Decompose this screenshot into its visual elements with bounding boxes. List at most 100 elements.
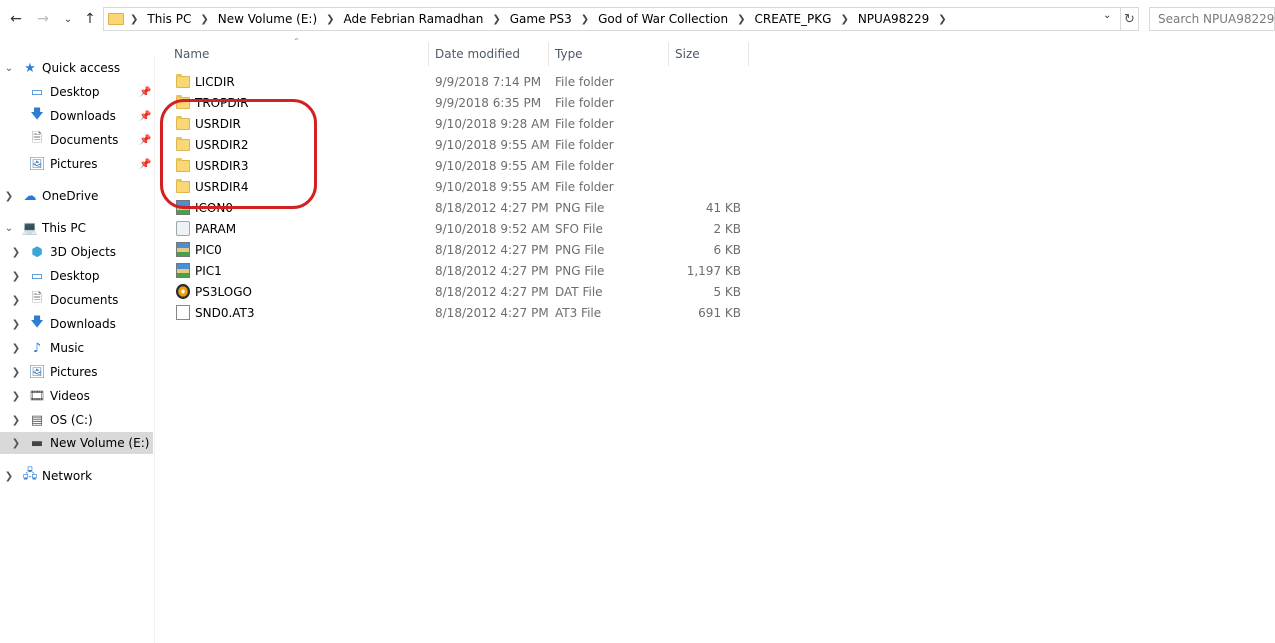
breadcrumb-this-pc[interactable]: This PC xyxy=(147,12,191,26)
sidebar-item-this-pc[interactable]: ⌄ 💻 This PC xyxy=(0,217,155,239)
address-history-dropdown[interactable]: ⌄ xyxy=(1103,10,1111,21)
breadcrumb-new-volume[interactable]: New Volume (E:) xyxy=(218,12,317,26)
file-name: ICON0 xyxy=(195,201,233,215)
file-row[interactable]: USRDIR4 9/10/2018 9:55 AM File folder xyxy=(168,176,748,197)
pin-icon[interactable]: 📌 xyxy=(139,159,151,170)
file-row[interactable]: PIC0 8/18/2012 4:27 PM PNG File 6 KB xyxy=(168,239,748,260)
sidebar-item-music[interactable]: ❯ ♪ Music xyxy=(0,337,155,359)
cloud-icon: ☁ xyxy=(23,188,37,204)
chevron-right-icon[interactable]: ❯ xyxy=(10,343,22,354)
breadcrumb-create-pkg[interactable]: CREATE_PKG xyxy=(755,12,832,26)
back-button[interactable]: ← xyxy=(6,9,26,29)
chevron-right-icon[interactable]: ❯ xyxy=(938,14,946,25)
navigation-pane: ⌄ ★ Quick access ▭ Desktop 📌 🡇 Downloads… xyxy=(0,55,155,643)
breadcrumb-game-ps3[interactable]: Game PS3 xyxy=(510,12,572,26)
sidebar-item-label: Downloads xyxy=(50,109,116,123)
chevron-right-icon[interactable]: ❯ xyxy=(737,14,745,25)
file-type: File folder xyxy=(555,96,614,110)
search-input[interactable] xyxy=(1149,7,1275,31)
sidebar-item-3d-objects[interactable]: ❯ ⬢ 3D Objects xyxy=(0,241,155,263)
file-type: PNG File xyxy=(555,264,605,278)
breadcrumb-god-of-war-collection[interactable]: God of War Collection xyxy=(598,12,728,26)
column-header-date-modified[interactable]: Date modified xyxy=(429,42,549,66)
chevron-right-icon[interactable]: ❯ xyxy=(326,14,334,25)
file-row[interactable]: USRDIR 9/10/2018 9:28 AM File folder xyxy=(168,113,748,134)
chevron-down-icon[interactable]: ⌄ xyxy=(3,223,15,234)
file-name: LICDIR xyxy=(195,75,235,89)
file-row[interactable]: PS3LOGO 8/18/2012 4:27 PM DAT File 5 KB xyxy=(168,281,748,302)
forward-button[interactable]: → xyxy=(33,9,53,29)
sidebar-item-label: Desktop xyxy=(50,269,100,283)
chevron-right-icon[interactable]: ❯ xyxy=(492,14,500,25)
column-header-size[interactable]: Size xyxy=(669,42,749,66)
address-bar[interactable]: ❯ This PC ❯ New Volume (E:) ❯ Ade Febria… xyxy=(103,7,1139,31)
pin-icon[interactable]: 📌 xyxy=(139,135,151,146)
file-row[interactable]: ICON0 8/18/2012 4:27 PM PNG File 41 KB xyxy=(168,197,748,218)
chevron-right-icon[interactable]: ❯ xyxy=(10,247,22,258)
folder-icon xyxy=(176,116,190,130)
sidebar-item-documents-pinned[interactable]: 🗎 Documents 📌 xyxy=(0,129,155,151)
sidebar-item-pictures[interactable]: ❯ 🖼 Pictures xyxy=(0,361,155,383)
file-row[interactable]: PARAM 9/10/2018 9:52 AM SFO File 2 KB xyxy=(168,218,748,239)
sidebar-item-pictures-pinned[interactable]: 🖼 Pictures 📌 xyxy=(0,153,155,175)
chevron-right-icon[interactable]: ❯ xyxy=(3,191,15,202)
picture-icon: 🖼 xyxy=(28,156,46,172)
chevron-right-icon[interactable]: ❯ xyxy=(10,391,22,402)
file-row[interactable]: LICDIR 9/9/2018 7:14 PM File folder xyxy=(168,71,748,92)
download-arrow-icon: 🡇 xyxy=(30,107,44,122)
recent-locations-button[interactable]: ⌄ xyxy=(58,9,78,29)
sidebar-item-quick-access[interactable]: ⌄ ★ Quick access xyxy=(0,57,155,79)
arrow-right-icon: → xyxy=(37,11,49,27)
sidebar-item-os-c[interactable]: ❯ ▤ OS (C:) xyxy=(0,409,155,431)
sidebar-item-label: Desktop xyxy=(50,85,100,99)
file-size: 6 KB xyxy=(713,243,741,257)
folder-icon xyxy=(176,179,190,193)
sidebar-item-label: Documents xyxy=(50,293,119,307)
file-row[interactable]: TROPDIR 9/9/2018 6:35 PM File folder xyxy=(168,92,748,113)
file-row[interactable]: USRDIR2 9/10/2018 9:55 AM File folder xyxy=(168,134,748,155)
column-header-type[interactable]: Type xyxy=(549,42,669,66)
file-date-modified: 8/18/2012 4:27 PM xyxy=(435,243,549,257)
drive-icon: ▬ xyxy=(30,435,44,451)
up-button[interactable]: ↑ xyxy=(80,9,100,29)
chevron-right-icon[interactable]: ❯ xyxy=(10,415,22,426)
sidebar-item-downloads[interactable]: ❯ 🡇 Downloads xyxy=(0,313,155,335)
chevron-right-icon[interactable]: ❯ xyxy=(840,14,848,25)
pin-icon[interactable]: 📌 xyxy=(139,111,151,122)
sidebar-item-desktop-pinned[interactable]: ▭ Desktop 📌 xyxy=(0,81,155,103)
png-file-icon xyxy=(176,263,190,278)
sidebar-item-downloads-pinned[interactable]: 🡇 Downloads 📌 xyxy=(0,105,155,127)
refresh-button[interactable]: ↻ xyxy=(1120,7,1139,31)
file-date-modified: 9/9/2018 6:35 PM xyxy=(435,96,542,110)
breadcrumb-ade-febrian-ramadhan[interactable]: Ade Febrian Ramadhan xyxy=(344,12,484,26)
chevron-right-icon[interactable]: ❯ xyxy=(10,367,22,378)
file-row[interactable]: USRDIR3 9/10/2018 9:55 AM File folder xyxy=(168,155,748,176)
desktop-icon: ▭ xyxy=(30,268,44,284)
sidebar-item-label: This PC xyxy=(42,221,86,235)
sidebar-item-new-volume-e[interactable]: ❯ ▬ New Volume (E:) xyxy=(0,432,153,454)
file-date-modified: 9/10/2018 9:52 AM xyxy=(435,222,550,236)
sidebar-item-label: Downloads xyxy=(50,317,116,331)
chevron-right-icon[interactable]: ❯ xyxy=(130,14,138,25)
sidebar-item-network[interactable]: ❯ 🖧 Network xyxy=(0,465,155,487)
sidebar-item-onedrive[interactable]: ❯ ☁ OneDrive xyxy=(0,185,155,207)
sidebar-item-documents[interactable]: ❯ 🗎 Documents xyxy=(0,289,155,311)
sidebar-item-videos[interactable]: ❯ 🎞 Videos xyxy=(0,385,155,407)
file-row[interactable]: SND0.AT3 8/18/2012 4:27 PM AT3 File 691 … xyxy=(168,302,748,323)
chevron-right-icon[interactable]: ❯ xyxy=(581,14,589,25)
folder-icon xyxy=(176,137,190,151)
sidebar-item-label: Pictures xyxy=(50,157,98,171)
breadcrumb-npua98229[interactable]: NPUA98229 xyxy=(858,12,929,26)
file-row[interactable]: PIC1 8/18/2012 4:27 PM PNG File 1,197 KB xyxy=(168,260,748,281)
sfo-file-icon xyxy=(176,221,190,236)
chevron-right-icon[interactable]: ❯ xyxy=(10,295,22,306)
chevron-right-icon[interactable]: ❯ xyxy=(10,438,22,449)
sidebar-item-desktop[interactable]: ❯ ▭ Desktop xyxy=(0,265,155,287)
chevron-right-icon[interactable]: ❯ xyxy=(10,319,22,330)
pin-icon[interactable]: 📌 xyxy=(139,87,151,98)
column-header-name[interactable]: Name xyxy=(168,42,429,66)
chevron-right-icon[interactable]: ❯ xyxy=(10,271,22,282)
chevron-right-icon[interactable]: ❯ xyxy=(3,471,15,482)
chevron-down-icon[interactable]: ⌄ xyxy=(3,63,15,74)
chevron-right-icon[interactable]: ❯ xyxy=(200,14,208,25)
